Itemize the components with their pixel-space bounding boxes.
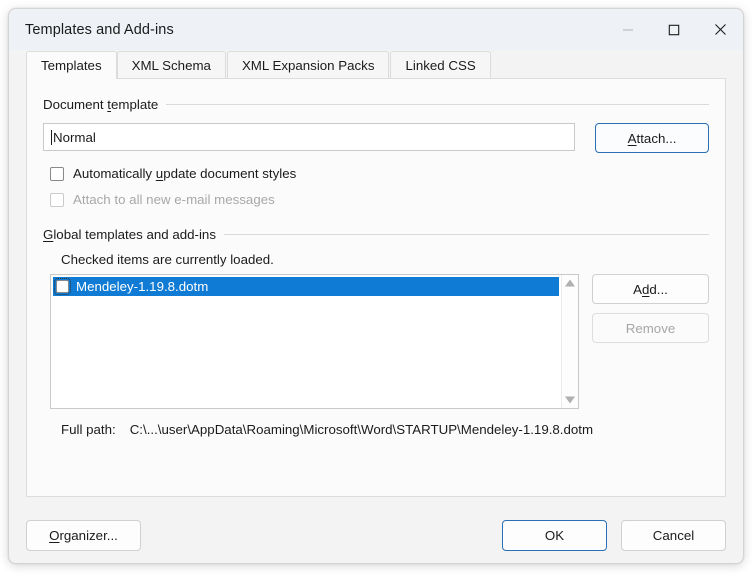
cancel-button[interactable]: Cancel: [621, 519, 726, 551]
auto-update-styles-checkbox[interactable]: Automatically update document styles: [50, 166, 709, 181]
add-button[interactable]: Add...: [592, 274, 709, 304]
window-title: Templates and Add-ins: [25, 21, 174, 38]
remove-label: Remove: [625, 320, 676, 336]
organizer-label-accel: O: [49, 527, 60, 543]
cancel-label: Cancel: [652, 527, 695, 543]
dialog-footer: Organizer... OK Cancel: [9, 507, 743, 563]
document-template-value: Normal: [53, 129, 96, 145]
tab-templates-label: Templates: [41, 58, 102, 73]
checkbox-box-icon: [50, 192, 64, 207]
organizer-button[interactable]: Organizer...: [26, 519, 141, 551]
title-bar: Templates and Add-ins: [9, 9, 743, 50]
minimize-icon: [623, 28, 633, 31]
checked-items-hint: Checked items are currently loaded.: [61, 252, 274, 267]
global-label-post: lobal templates and add-ins: [53, 227, 216, 242]
group-rule: [223, 234, 709, 235]
tab-xml-expansion-packs[interactable]: XML Expansion Packs: [226, 51, 390, 78]
tab-xml-expansion-packs-label: XML Expansion Packs: [241, 57, 375, 73]
tab-linked-css-label: Linked CSS: [405, 57, 476, 73]
global-templates-group: Global templates and add-ins Checked ite…: [43, 227, 709, 437]
templates-and-addins-dialog: Templates and Add-ins Templates XML Sche…: [8, 8, 744, 564]
templates-tab-panel: Document template Normal Attach... Autom…: [26, 78, 726, 497]
full-path-value: C:\...\user\AppData\Roaming\Microsoft\Wo…: [129, 422, 594, 437]
close-button[interactable]: [697, 9, 743, 50]
tab-xml-schema[interactable]: XML Schema: [116, 51, 226, 78]
global-templates-group-label: Global templates and add-ins: [43, 227, 709, 242]
add-label-pre: A: [633, 281, 642, 297]
tab-linked-css[interactable]: Linked CSS: [390, 51, 491, 78]
list-item-checkbox-icon[interactable]: [54, 278, 71, 295]
text-caret: [51, 129, 52, 145]
scroll-down-arrow-icon[interactable]: [564, 395, 576, 405]
doc-tpl-label-pre: Document: [43, 97, 108, 112]
listbox-items: Mendeley-1.19.8.dotm: [51, 275, 561, 408]
maximize-icon: [668, 24, 680, 35]
full-path-row: Full path: C:\...\user\AppData\Roaming\M…: [61, 422, 709, 437]
auto-update-label-pre: Automatically: [73, 166, 156, 181]
global-label-accel: G: [43, 227, 54, 242]
minimize-button[interactable]: [605, 9, 651, 50]
attach-button[interactable]: Attach...: [595, 123, 709, 153]
ok-button[interactable]: OK: [502, 519, 607, 551]
add-label-post: d...: [649, 281, 668, 297]
tab-strip: Templates XML Schema XML Expansion Packs…: [26, 50, 731, 79]
close-icon: [714, 24, 726, 35]
global-templates-listbox[interactable]: Mendeley-1.19.8.dotm: [50, 274, 579, 409]
doc-tpl-label-post: emplate: [111, 97, 159, 112]
attach-email-label: Attach to all new e-mail messages: [73, 192, 275, 207]
remove-button: Remove: [592, 313, 709, 343]
attach-email-checkbox: Attach to all new e-mail messages: [50, 192, 709, 207]
listbox-scrollbar[interactable]: [561, 275, 578, 408]
attach-label-post: ttach...: [636, 130, 677, 146]
ok-label: OK: [544, 527, 565, 543]
scroll-up-arrow-icon[interactable]: [564, 278, 576, 288]
tab-xml-schema-label: XML Schema: [131, 57, 211, 73]
group-rule: [166, 104, 709, 105]
organizer-label-post: rganizer...: [59, 527, 118, 543]
list-item-label: Mendeley-1.19.8.dotm: [76, 279, 209, 294]
document-template-input[interactable]: Normal: [43, 123, 576, 151]
auto-update-label-post: pdate document styles: [163, 166, 297, 181]
checkbox-box-icon: [50, 166, 64, 181]
tab-templates[interactable]: Templates: [26, 51, 117, 79]
attach-label-accel: A: [627, 130, 637, 146]
maximize-button[interactable]: [651, 9, 697, 50]
document-template-group: Document template Normal Attach... Autom…: [43, 97, 709, 207]
dialog-body: Templates XML Schema XML Expansion Packs…: [9, 50, 743, 507]
full-path-label: Full path:: [61, 422, 116, 437]
caption-button-group: [605, 9, 743, 50]
list-item[interactable]: Mendeley-1.19.8.dotm: [53, 277, 559, 296]
document-template-group-label: Document template: [43, 97, 709, 112]
